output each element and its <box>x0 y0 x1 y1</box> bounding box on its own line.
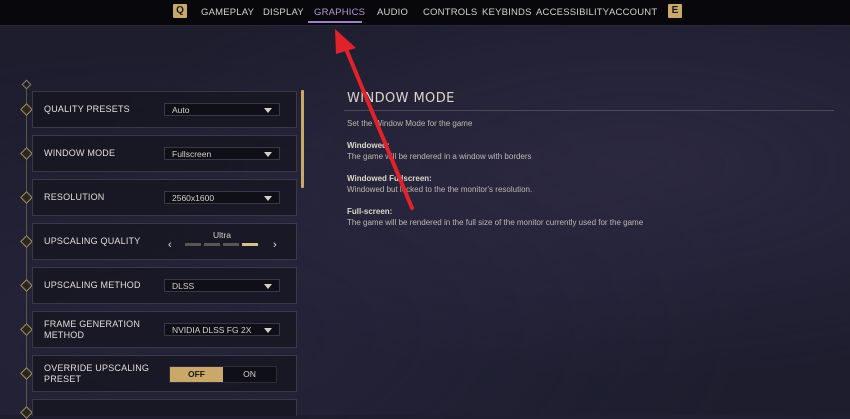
annotation-arrow-icon <box>335 29 414 210</box>
